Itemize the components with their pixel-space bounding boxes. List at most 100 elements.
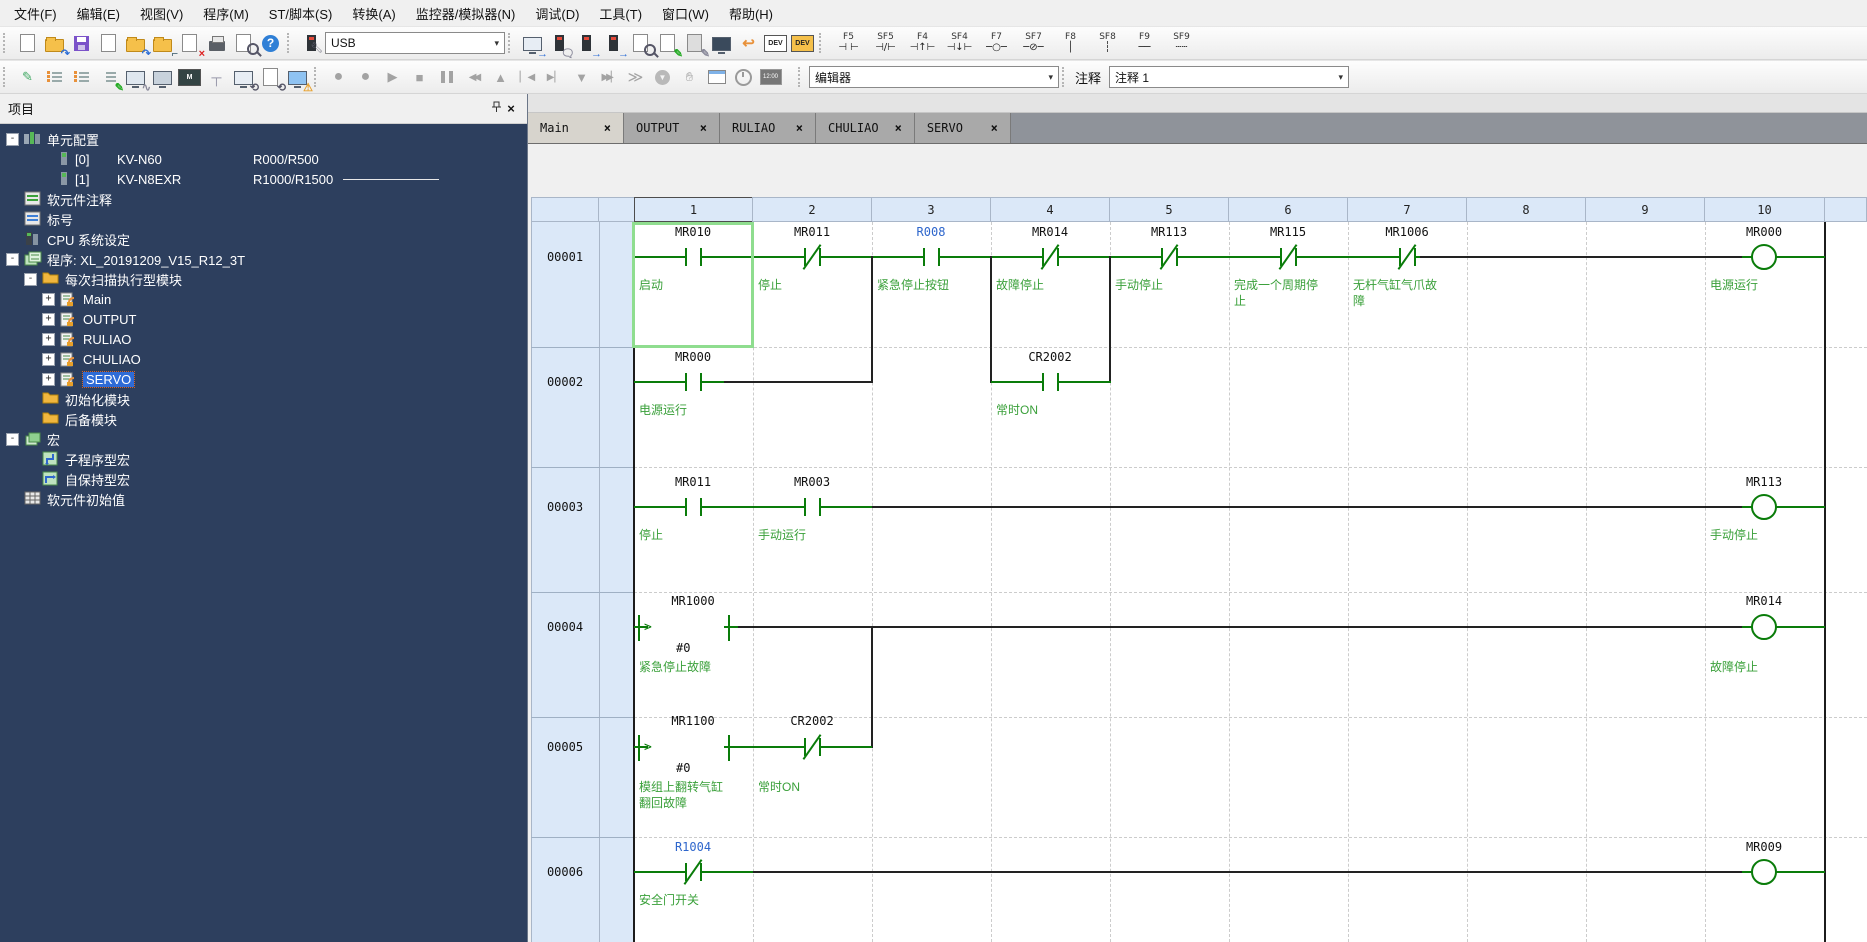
column-header-2[interactable]: 2 (752, 197, 872, 222)
connection-select[interactable]: USB ▾ (325, 32, 505, 54)
stop-icon[interactable]: ■ (407, 65, 432, 90)
fast-forward-icon[interactable]: ▶▶▏ (596, 65, 621, 90)
column-header-10[interactable]: 10 (1704, 197, 1825, 222)
tab-close-icon[interactable]: × (991, 121, 998, 135)
edit-comment-icon[interactable]: ✎ (655, 31, 683, 60)
contact-nc-mr1006[interactable] (1392, 244, 1422, 270)
contact-nc-mr014[interactable] (1035, 244, 1065, 270)
tree-item-init-module-folder[interactable]: 初始化模块 (0, 389, 527, 409)
column-header-5[interactable]: 5 (1109, 197, 1229, 222)
compare-contact-mr1000[interactable]: > (636, 615, 732, 641)
help-icon[interactable]: ? (258, 31, 283, 56)
pin-icon[interactable] (489, 101, 503, 116)
column-header-9[interactable]: 9 (1585, 197, 1705, 222)
tree-item-program[interactable]: - 程序: XL_20191209_V15_R12_3T (0, 249, 527, 269)
device-list2-icon[interactable] (69, 65, 94, 90)
tree-item-macro[interactable]: - 宏 (0, 429, 527, 449)
column-header-3[interactable]: 3 (871, 197, 991, 222)
menu-file[interactable]: 文件(F) (4, 1, 67, 26)
rung-number[interactable]: 00004 (531, 620, 599, 634)
toolbar-grip[interactable] (287, 33, 293, 53)
branch-tool-icon[interactable]: ┬ (204, 65, 229, 90)
fkey-sf9-delete-horizontal[interactable]: SF9 ┄┄ (1163, 29, 1200, 57)
tree-item-scan-module-folder[interactable]: - 每次扫描执行型模块 (0, 269, 527, 289)
fkey-f9-horizontal-line[interactable]: F9 ── (1126, 29, 1163, 57)
expand-icon[interactable]: + (42, 292, 55, 306)
collapse-icon[interactable]: - (6, 252, 19, 266)
download-circle-icon[interactable]: ▼ (650, 65, 675, 90)
expand-icon[interactable]: + (42, 372, 55, 386)
menu-debug[interactable]: 调试(D) (525, 1, 589, 26)
trend-chart-icon[interactable]: ∿ (123, 65, 151, 94)
tree-item-module-ruliao[interactable]: + RULIAO (0, 329, 527, 349)
contact-nc-mr011[interactable] (797, 244, 827, 270)
coil-mr113[interactable] (1751, 494, 1777, 520)
tree-item-module-chuliao[interactable]: + CHULIAO (0, 349, 527, 369)
write-plc-icon[interactable]: → (574, 31, 602, 60)
collapse-icon[interactable]: - (24, 272, 37, 286)
dev-run-icon[interactable]: DEV (790, 31, 815, 56)
tab-servo[interactable]: SERVO × (914, 113, 1011, 143)
paste-ladder-icon[interactable]: ⌐ (150, 31, 178, 60)
tree-item-backup-module-folder[interactable]: 后备模块 (0, 409, 527, 429)
tree-item-module-output[interactable]: + OUTPUT (0, 309, 527, 329)
read-ladder-icon[interactable] (96, 31, 121, 56)
tab-ruliao[interactable]: RULIAO × (720, 113, 816, 143)
record-pause-icon[interactable]: ● (353, 65, 378, 90)
tab-output[interactable]: OUTPUT × (624, 113, 720, 143)
register-monitor-icon[interactable]: M (177, 65, 202, 90)
pc-watch-icon[interactable]: ⟲ (231, 65, 259, 94)
play-icon[interactable]: ▶ (380, 65, 405, 90)
tree-item-device-initial-values[interactable]: 软元件初始值 (0, 489, 527, 509)
rung-number[interactable]: 00002 (531, 375, 599, 389)
rung-number[interactable]: 00001 (531, 250, 599, 264)
toolbar-grip[interactable] (819, 33, 825, 53)
continue-icon[interactable]: ≫ (623, 65, 648, 90)
dev-icon[interactable]: DEV (763, 31, 788, 56)
compare-contact-mr1100[interactable]: > (636, 735, 732, 761)
transfer-to-plc-icon[interactable]: → (520, 31, 548, 60)
delete-ladder-icon[interactable]: × (177, 31, 205, 60)
plc-comment-icon[interactable]: 🗨︎ (547, 31, 575, 60)
contact-no-mr000[interactable] (678, 371, 708, 393)
tab-close-icon[interactable]: × (796, 121, 803, 135)
record-icon[interactable]: ● (326, 65, 351, 90)
menu-window[interactable]: 窗口(W) (652, 1, 719, 26)
contact-no-mr011[interactable] (678, 496, 708, 518)
pc-alert-icon[interactable]: ⚠︎ (285, 65, 313, 94)
collapse-icon[interactable]: - (6, 432, 19, 446)
rung-number[interactable]: 00005 (531, 740, 599, 754)
menu-convert[interactable]: 转换(A) (342, 1, 405, 26)
ladder-cursor-cell[interactable] (632, 222, 754, 348)
toolbar-grip[interactable] (3, 67, 9, 87)
fkey-f8-vertical-line[interactable]: F8 │ (1052, 29, 1089, 57)
tree-item-module-servo[interactable]: + SERVO (0, 369, 527, 389)
tree-item-device-comment[interactable]: 软元件注释 (0, 189, 527, 209)
doc-watch-icon[interactable]: ⟲ (258, 65, 286, 94)
print-icon[interactable] (204, 31, 229, 56)
contact-no-r008[interactable] (916, 246, 946, 268)
rung-number[interactable]: 00003 (531, 500, 599, 514)
save-project-icon[interactable] (69, 31, 94, 56)
contact-nc-mr115[interactable] (1273, 244, 1303, 270)
menu-view[interactable]: 视图(V) (130, 1, 193, 26)
fkey-sf4-falling-contact[interactable]: SF4 ⊣↓⊢ (941, 29, 978, 57)
contact-nc-mr113[interactable] (1154, 244, 1184, 270)
toolbar-grip[interactable] (1062, 67, 1068, 87)
menu-edit[interactable]: 编辑(E) (67, 1, 130, 26)
menu-help[interactable]: 帮助(H) (719, 1, 783, 26)
device-list-icon[interactable] (42, 65, 67, 90)
fkey-f4-rising-contact[interactable]: F4 ⊣↑⊢ (904, 29, 941, 57)
tab-close-icon[interactable]: × (700, 121, 707, 135)
contact-no-mr003[interactable] (797, 496, 827, 518)
menu-monitor-simulator[interactable]: 监控器/模拟器(N) (406, 1, 526, 26)
fkey-f5-no-contact[interactable]: F5 ⊣ ⊢ (830, 29, 867, 57)
step-forward-icon[interactable]: ▶▏ (542, 65, 567, 90)
rewind-icon[interactable]: ◀◀ (461, 65, 486, 90)
tab-chuliao[interactable]: CHULIAO × (816, 113, 915, 143)
edit-pencil-icon[interactable]: ✎ (15, 65, 40, 90)
tree-item-unit-1[interactable]: [1] KV-N8EXR R1000/R1500 (0, 169, 527, 189)
tree-item-label[interactable]: 标号 (0, 209, 527, 229)
window-tool-icon[interactable] (704, 65, 729, 90)
coil-mr000[interactable] (1751, 244, 1777, 270)
